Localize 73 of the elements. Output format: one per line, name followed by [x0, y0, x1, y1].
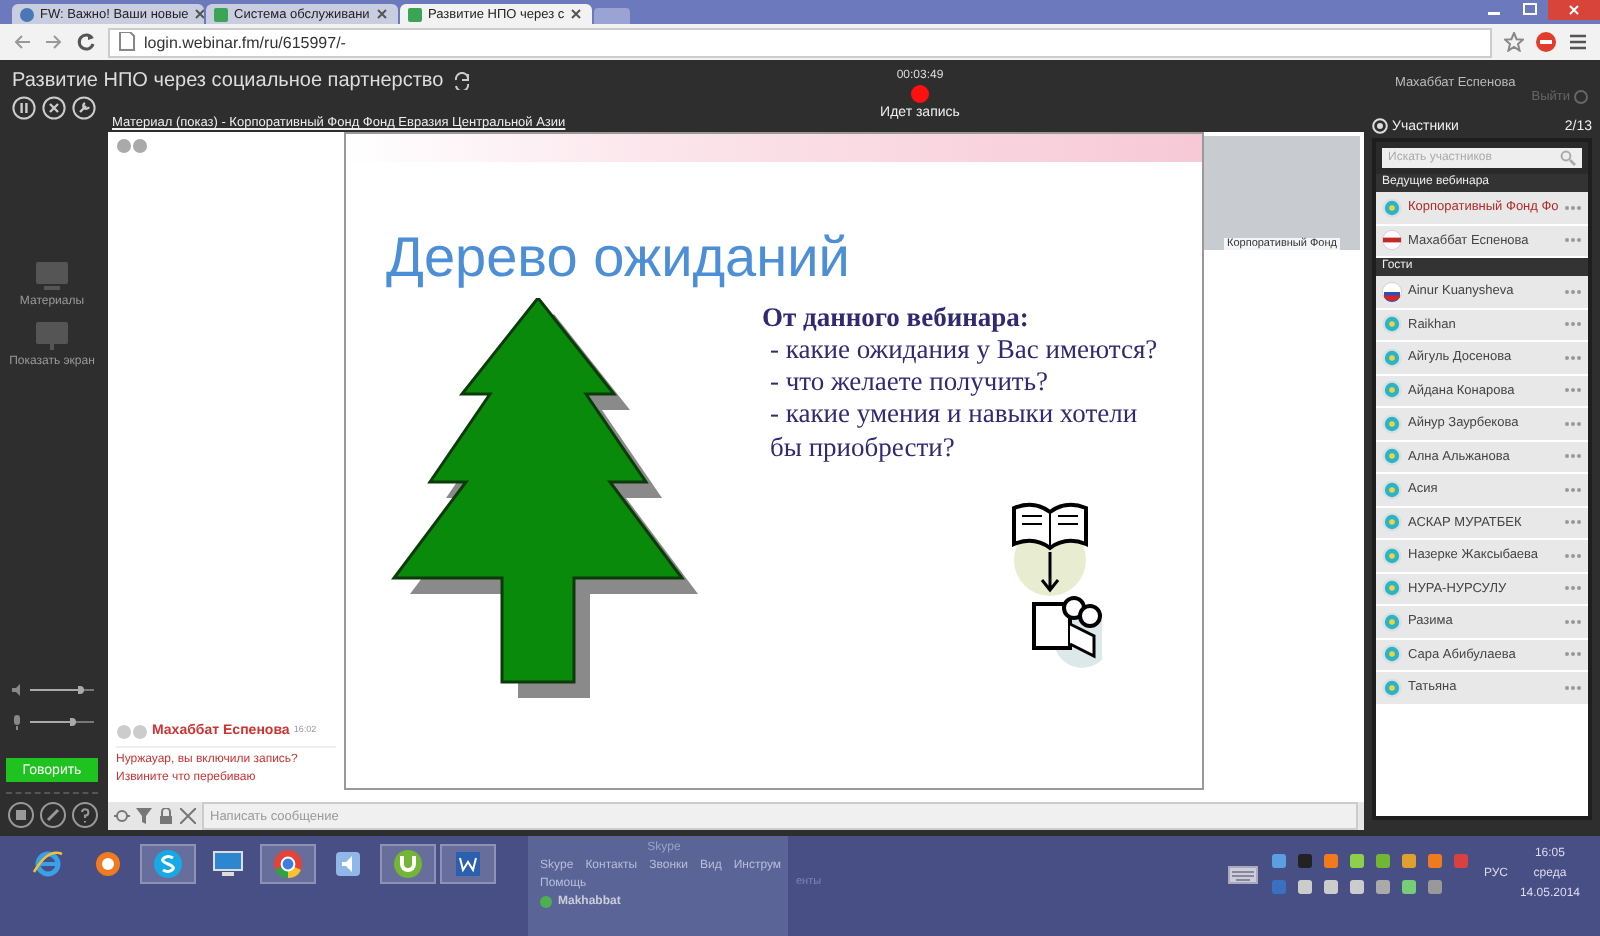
more-icon[interactable] [1564, 584, 1582, 593]
pencil-icon[interactable] [39, 802, 65, 828]
slider-fill[interactable] [30, 718, 77, 726]
more-icon[interactable] [1564, 236, 1582, 245]
camera-icon[interactable] [7, 802, 33, 828]
torrent-icon[interactable] [1373, 852, 1392, 870]
webinar-title: Развитие НПО через социальное партнерство [12, 70, 444, 92]
forward-icon[interactable] [44, 32, 64, 52]
clear-icon[interactable] [180, 808, 196, 824]
monitor-icon [31, 260, 72, 292]
more-icon[interactable] [1564, 203, 1583, 212]
page-icon [408, 7, 422, 21]
slider-track[interactable] [30, 718, 94, 726]
keyboard-icon[interactable] [1227, 865, 1258, 883]
more-icon[interactable] [1564, 551, 1582, 560]
monitor-icon [212, 848, 244, 880]
pause-icon[interactable] [12, 96, 36, 120]
network-icon[interactable] [1269, 852, 1288, 870]
ring-icon[interactable] [1425, 852, 1444, 870]
more-icon[interactable] [1564, 452, 1582, 461]
close-icon[interactable] [375, 8, 388, 20]
close-icon[interactable] [570, 8, 583, 20]
more-icon[interactable] [1564, 617, 1582, 626]
power-icon [1574, 89, 1588, 103]
ring-icon [92, 848, 124, 880]
status-icon [540, 896, 552, 908]
star-icon[interactable] [1504, 32, 1524, 52]
back-icon[interactable] [12, 32, 32, 52]
leaf-icon[interactable] [1347, 852, 1366, 870]
close-icon[interactable] [194, 8, 204, 20]
help-icon[interactable] [71, 802, 97, 828]
slide-bullet: - какие ожидания у Вас имеются? [770, 334, 1160, 367]
taskbar-app[interactable] [260, 844, 316, 884]
printer-icon[interactable] [1295, 852, 1314, 870]
skype-icon [152, 848, 184, 880]
lock-icon[interactable] [158, 808, 174, 824]
chrome-icon [272, 848, 304, 880]
more-icon[interactable] [1564, 353, 1582, 362]
record-icon[interactable] [910, 84, 930, 104]
more-icon[interactable] [1564, 518, 1582, 527]
microphone-icon [10, 714, 24, 730]
slide-bullet: - какие умения и навыки хотели бы приобрести? [770, 398, 1140, 464]
taskbar-app[interactable] [440, 844, 496, 884]
browser-icon [32, 848, 64, 880]
sync-icon[interactable] [451, 72, 472, 90]
more-icon[interactable] [1564, 683, 1582, 692]
more-icon[interactable] [1564, 320, 1582, 329]
document-icon [452, 848, 484, 880]
screen-icon [31, 320, 72, 352]
more-icon[interactable] [1564, 419, 1582, 428]
adblock-icon[interactable] [1536, 32, 1556, 52]
wrench-icon[interactable] [72, 96, 96, 120]
menu-icon[interactable] [1568, 32, 1588, 52]
slide-title: Дерево ожиданий [386, 226, 852, 290]
taskbar-app[interactable] [140, 844, 196, 884]
link-icon[interactable] [114, 808, 130, 824]
globe-icon [20, 7, 34, 21]
slide-heading: От данного вебинара: [762, 302, 1031, 334]
more-icon[interactable] [1564, 287, 1582, 296]
reload-icon[interactable] [76, 32, 96, 52]
torrent-icon [392, 848, 424, 880]
window-controls-icon[interactable] [116, 138, 148, 154]
filter-icon[interactable] [136, 808, 152, 824]
target-icon [1372, 118, 1388, 134]
more-icon[interactable] [1564, 485, 1582, 494]
slide-bullet: - что желаете получить? [770, 366, 1050, 399]
more-icon[interactable] [1564, 386, 1582, 395]
more-icon[interactable] [1564, 650, 1582, 659]
page-icon [118, 32, 136, 52]
search-icon[interactable] [1560, 150, 1576, 166]
page-icon [214, 7, 228, 21]
address-field[interactable]: login.webinar.fm/ru/615997/- [108, 27, 1492, 57]
taskbar-app[interactable] [380, 844, 436, 884]
